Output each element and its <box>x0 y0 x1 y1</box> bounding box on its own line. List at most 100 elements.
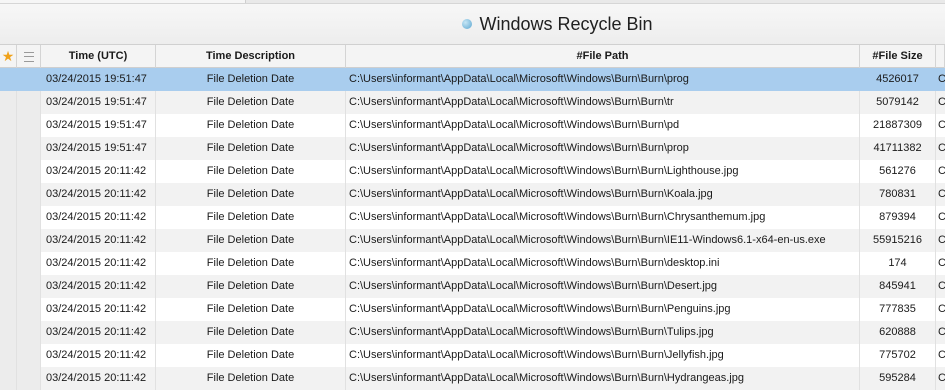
time-cell: 03/24/2015 20:11:42 <box>41 206 156 229</box>
row-details-cell <box>17 183 41 206</box>
row-bookmark-cell <box>0 252 17 275</box>
tab-active[interactable] <box>0 0 246 3</box>
extra-cell: C <box>938 280 945 292</box>
extra-cell: C <box>938 326 945 338</box>
extra-cell: C <box>938 165 945 177</box>
file-size-cell: 5079142 <box>860 91 936 114</box>
table-row[interactable]: 03/24/2015 20:11:42 File Deletion Date C:\… <box>0 298 945 321</box>
file-size-cell: 561276 <box>860 160 936 183</box>
file-size-cell: 21887309 <box>860 114 936 137</box>
row-details-cell <box>17 252 41 275</box>
row-details-cell <box>17 229 41 252</box>
file-path-cell: C:\Users\informant\AppData\Local\Microso… <box>346 252 860 275</box>
file-path-cell: C:\Users\informant\AppData\Local\Microso… <box>346 114 860 137</box>
time-description-cell: File Deletion Date <box>156 344 346 367</box>
extra-cell: C <box>938 119 945 131</box>
extra-cell: C <box>938 349 945 361</box>
file-path-cell: C:\Users\informant\AppData\Local\Microso… <box>346 321 860 344</box>
file-size-cell: 174 <box>860 252 936 275</box>
column-header-file-path[interactable]: #File Path <box>346 45 860 68</box>
table-row[interactable]: 03/24/2015 20:11:42 File Deletion Date C:\… <box>0 252 945 275</box>
file-path-cell: C:\Users\informant\AppData\Local\Microso… <box>346 275 860 298</box>
row-bookmark-cell <box>0 344 17 367</box>
row-bookmark-cell <box>0 275 17 298</box>
time-cell: 03/24/2015 20:11:42 <box>41 252 156 275</box>
file-size-cell: 620888 <box>860 321 936 344</box>
column-header-time[interactable]: Time (UTC) <box>41 45 156 68</box>
table-row[interactable]: 03/24/2015 20:11:42 File Deletion Date C:\… <box>0 229 945 252</box>
file-size-cell: 4526017 <box>860 68 936 91</box>
view-title: Windows Recycle Bin <box>479 13 653 34</box>
file-path-cell: C:\Users\informant\AppData\Local\Microso… <box>346 298 860 321</box>
table-row[interactable]: 03/24/2015 20:11:42 File Deletion Date C:\… <box>0 367 945 390</box>
row-details-cell <box>17 344 41 367</box>
table-row[interactable]: 03/24/2015 19:51:47 File Deletion Date C:\… <box>0 114 945 137</box>
table-row[interactable]: 03/24/2015 19:51:47 File Deletion Date C:\… <box>0 91 945 114</box>
row-details-cell <box>17 68 41 91</box>
data-table[interactable]: ★ Time (UTC) Time Description #File Path… <box>0 45 945 390</box>
file-size-cell: 595284 <box>860 367 936 390</box>
time-description-cell: File Deletion Date <box>156 91 346 114</box>
row-bookmark-cell <box>0 229 17 252</box>
table-row[interactable]: 03/24/2015 20:11:42 File Deletion Date C:\… <box>0 206 945 229</box>
row-details-cell <box>17 275 41 298</box>
column-header-time-description[interactable]: Time Description <box>156 45 346 68</box>
extra-cell: C <box>938 303 945 315</box>
file-size-cell: 777835 <box>860 298 936 321</box>
row-details-cell <box>17 160 41 183</box>
time-description-cell: File Deletion Date <box>156 183 346 206</box>
file-path-cell: C:\Users\informant\AppData\Local\Microso… <box>346 137 860 160</box>
file-size-cell: 879394 <box>860 206 936 229</box>
time-cell: 03/24/2015 20:11:42 <box>41 344 156 367</box>
extra-cell: C <box>938 211 945 223</box>
file-path-cell: C:\Users\informant\AppData\Local\Microso… <box>346 68 860 91</box>
file-size-cell: 775702 <box>860 344 936 367</box>
time-description-cell: File Deletion Date <box>156 68 346 91</box>
time-cell: 03/24/2015 20:11:42 <box>41 367 156 390</box>
table-row[interactable]: 03/24/2015 20:11:42 File Deletion Date C:\… <box>0 321 945 344</box>
time-description-cell: File Deletion Date <box>156 275 346 298</box>
time-description-cell: File Deletion Date <box>156 367 346 390</box>
table-row[interactable]: 03/24/2015 20:11:42 File Deletion Date C:\… <box>0 344 945 367</box>
details-column-header[interactable] <box>17 45 41 68</box>
time-description-cell: File Deletion Date <box>156 137 346 160</box>
row-details-cell <box>17 114 41 137</box>
table-row[interactable]: 03/24/2015 20:11:42 File Deletion Date C:\… <box>0 160 945 183</box>
row-details-cell <box>17 367 41 390</box>
file-size-cell: 55915216 <box>860 229 936 252</box>
table-row[interactable]: 03/24/2015 19:51:47 File Deletion Date C:\… <box>0 68 945 91</box>
star-icon: ★ <box>1 48 15 64</box>
file-path-cell: C:\Users\informant\AppData\Local\Microso… <box>346 183 860 206</box>
row-details-cell <box>17 91 41 114</box>
row-bookmark-cell <box>0 298 17 321</box>
view-title-bar: Windows Recycle Bin <box>0 4 945 45</box>
table-row[interactable]: 03/24/2015 19:51:47 File Deletion Date C:\… <box>0 137 945 160</box>
file-size-cell: 41711382 <box>860 137 936 160</box>
bookmark-column-header[interactable]: ★ <box>0 45 17 68</box>
extra-cell: C <box>938 257 945 269</box>
row-details-cell <box>17 298 41 321</box>
table-row[interactable]: 03/24/2015 20:11:42 File Deletion Date C:\… <box>0 275 945 298</box>
row-bookmark-cell <box>0 160 17 183</box>
extra-cell: C <box>938 234 945 246</box>
table-body: 03/24/2015 19:51:47 File Deletion Date C:\… <box>0 68 945 390</box>
time-cell: 03/24/2015 20:11:42 <box>41 183 156 206</box>
table-row[interactable]: 03/24/2015 20:11:42 File Deletion Date C:\… <box>0 183 945 206</box>
column-header-file-size[interactable]: #File Size <box>860 45 936 68</box>
column-header-extra[interactable] <box>936 45 945 68</box>
row-bookmark-cell <box>0 206 17 229</box>
row-details-cell <box>17 137 41 160</box>
time-description-cell: File Deletion Date <box>156 160 346 183</box>
file-path-cell: C:\Users\informant\AppData\Local\Microso… <box>346 367 860 390</box>
row-details-cell <box>17 206 41 229</box>
file-size-cell: 845941 <box>860 275 936 298</box>
time-cell: 03/24/2015 19:51:47 <box>41 137 156 160</box>
time-description-cell: File Deletion Date <box>156 321 346 344</box>
extra-cell: C <box>938 188 945 200</box>
extra-cell: C <box>938 96 945 108</box>
file-path-cell: C:\Users\informant\AppData\Local\Microso… <box>346 91 860 114</box>
file-path-cell: C:\Users\informant\AppData\Local\Microso… <box>346 229 860 252</box>
recycle-bin-icon <box>462 19 473 29</box>
time-cell: 03/24/2015 20:11:42 <box>41 160 156 183</box>
time-cell: 03/24/2015 20:11:42 <box>41 275 156 298</box>
